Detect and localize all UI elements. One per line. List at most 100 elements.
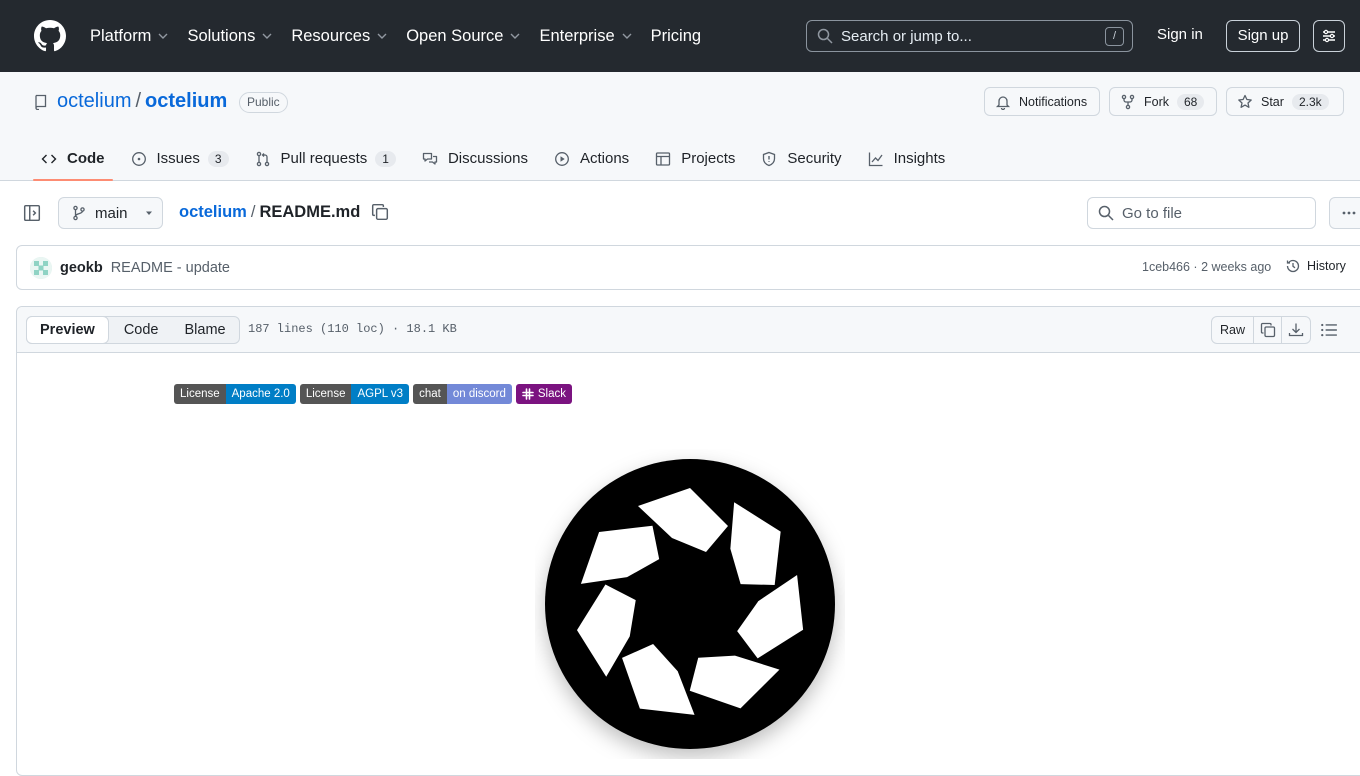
search-input[interactable]: Search or jump to... /	[806, 20, 1133, 52]
badge-value: on discord	[446, 384, 512, 404]
nav-resources-label: Resources	[291, 26, 371, 45]
chevron-down-icon	[377, 33, 387, 39]
repo-title-separator: /	[135, 90, 142, 112]
tab-projects[interactable]: Projects	[647, 136, 743, 181]
tab-actions[interactable]: Actions	[546, 136, 637, 181]
github-logo-icon[interactable]	[34, 20, 66, 52]
nav-pricing-label: Pricing	[650, 26, 702, 45]
tab-security-label: Security	[787, 150, 842, 167]
expand-file-tree-button[interactable]	[16, 197, 48, 229]
table-icon	[656, 151, 671, 166]
repo-name-link[interactable]: octelium	[145, 90, 227, 113]
commit-message[interactable]: README - update	[111, 260, 230, 276]
commit-author[interactable]: geokb	[60, 260, 103, 276]
badge-value: AGPL v3	[351, 384, 410, 404]
notifications-button[interactable]: Notifications	[984, 87, 1100, 116]
tab-insights[interactable]: Insights	[860, 136, 954, 181]
download-icon	[1288, 323, 1304, 337]
identicon-avatar-icon	[30, 256, 52, 279]
raw-button[interactable]: Raw	[1212, 317, 1254, 343]
fork-button[interactable]: Fork 68	[1109, 87, 1217, 116]
nav-platform[interactable]: Platform	[90, 27, 169, 46]
more-options-button[interactable]	[1329, 197, 1360, 229]
tab-code-label: Code	[67, 150, 105, 167]
star-button[interactable]: Star 2.3k	[1226, 87, 1344, 116]
repo-owner-link[interactable]: octelium	[57, 90, 131, 113]
branch-selector[interactable]: main	[58, 197, 163, 229]
bell-icon	[995, 95, 1011, 110]
global-menu-button[interactable]	[1313, 20, 1345, 52]
nav-enterprise[interactable]: Enterprise	[539, 27, 632, 46]
star-label: Star	[1261, 94, 1284, 109]
notifications-label: Notifications	[1019, 94, 1088, 109]
go-to-file-input[interactable]: Go to file	[1087, 197, 1316, 229]
tab-pull-requests[interactable]: Pull requests 1	[247, 136, 404, 181]
tab-actions-label: Actions	[579, 150, 630, 167]
nav-enterprise-label: Enterprise	[539, 26, 615, 45]
visibility-badge: Public	[239, 92, 288, 113]
star-icon	[1238, 94, 1252, 108]
view-mode-preview[interactable]: Preview	[26, 315, 109, 344]
latest-commit-bar: geokb README - update 1ceb466 · 2 weeks …	[16, 245, 1360, 290]
view-mode-code[interactable]: Code	[111, 317, 172, 343]
breadcrumb-repo-link[interactable]: octelium	[179, 203, 247, 222]
slack-badge-label: Slack	[537, 388, 567, 400]
repo-tabs: Code Issues 3 Pull requests 1 Discussion…	[33, 136, 963, 181]
avatar[interactable]	[30, 256, 52, 279]
search-icon	[817, 28, 833, 44]
copy-path-icon[interactable]	[371, 203, 389, 221]
tab-issues[interactable]: Issues 3	[123, 136, 237, 181]
sign-up-button[interactable]: Sign up	[1226, 20, 1300, 52]
repo-title: octelium / octelium	[57, 90, 227, 113]
star-count: 2.3k	[1291, 93, 1329, 110]
tab-pull-requests-count: 1	[375, 150, 396, 167]
readme-badges: License Apache 2.0 License AGPL v3 chat …	[174, 384, 573, 404]
nav-open-source-label: Open Source	[406, 26, 504, 45]
list-unordered-icon[interactable]	[1320, 321, 1338, 339]
discord-chat-badge[interactable]: chat on discord	[413, 384, 512, 404]
git-pull-request-icon	[256, 151, 269, 166]
badge-label: License	[299, 384, 352, 404]
kebab-horizontal-icon	[1342, 211, 1356, 215]
badge-label: License	[174, 384, 226, 404]
comment-discussion-icon	[422, 152, 438, 165]
sign-in-link[interactable]: Sign in	[1157, 26, 1203, 43]
breadcrumb-file-name: README.md	[259, 203, 361, 221]
license-apache-badge[interactable]: License Apache 2.0	[174, 384, 296, 404]
fork-label: Fork	[1144, 94, 1169, 109]
fork-count: 68	[1177, 93, 1205, 110]
tab-security[interactable]: Security	[753, 136, 849, 181]
download-raw-button[interactable]	[1282, 317, 1310, 343]
nav-solutions[interactable]: Solutions	[187, 27, 273, 46]
breadcrumb-separator: /	[250, 203, 256, 221]
nav-platform-label: Platform	[90, 26, 152, 45]
search-shortcut-hint: /	[1105, 27, 1124, 46]
tab-code[interactable]: Code	[33, 136, 113, 181]
sliders-icon	[1323, 29, 1335, 43]
chevron-down-icon	[262, 33, 272, 39]
graph-icon	[868, 152, 883, 166]
chevron-down-icon	[622, 33, 632, 39]
file-info: 187 lines (110 loc) · 18.1 KB	[248, 322, 457, 336]
history-icon	[1286, 259, 1300, 273]
tab-discussions[interactable]: Discussions	[414, 136, 536, 181]
nav-pricing[interactable]: Pricing	[651, 27, 701, 46]
raw-label: Raw	[1219, 323, 1245, 337]
tab-issues-label: Issues	[156, 150, 200, 167]
copy-icon	[1260, 322, 1275, 338]
triangle-down-icon	[145, 211, 152, 215]
nav-open-source[interactable]: Open Source	[406, 27, 521, 46]
copy-raw-button[interactable]	[1254, 317, 1282, 343]
slack-badge[interactable]: Slack	[515, 384, 573, 404]
shield-icon	[763, 151, 776, 166]
view-mode-blame[interactable]: Blame	[172, 317, 239, 343]
license-agpl-badge[interactable]: License AGPL v3	[299, 384, 410, 404]
raw-actions: Raw	[1211, 316, 1311, 344]
fork-icon	[1121, 94, 1135, 109]
commit-sha-and-time[interactable]: 1ceb466 · 2 weeks ago	[1142, 260, 1271, 274]
tab-projects-label: Projects	[681, 150, 736, 167]
issue-opened-icon	[131, 151, 146, 166]
slack-icon	[522, 388, 534, 400]
nav-resources[interactable]: Resources	[291, 27, 388, 46]
history-button[interactable]: History	[1285, 258, 1346, 274]
